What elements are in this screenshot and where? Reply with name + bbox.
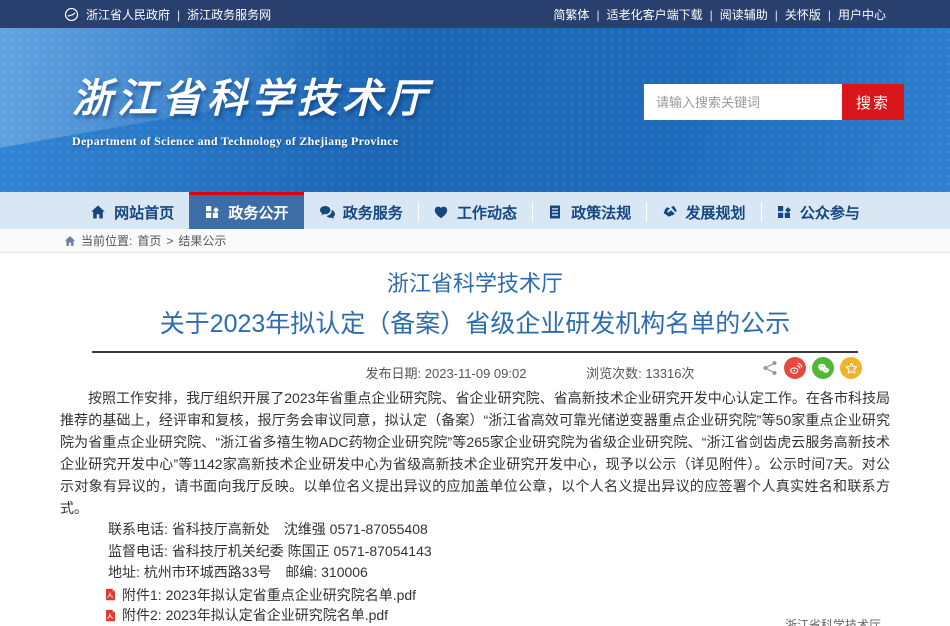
nav-item-label: 政务服务	[343, 202, 403, 223]
article-meta-row: 发布日期: 2023-11-09 09:02 浏览次数: 13316次	[60, 353, 890, 383]
publish-date: 发布日期: 2023-11-09 09:02	[366, 366, 527, 381]
policy-icon	[547, 204, 563, 220]
address-line: 地址: 杭州市环城西路33号 邮编: 310006	[60, 562, 890, 584]
topbar-left-links: 浙江省人民政府 浙江政务服务网	[64, 6, 271, 23]
government-emblem-icon	[64, 7, 79, 22]
pdf-icon	[104, 609, 117, 622]
site-name: 浙江省科学技术厅	[72, 66, 432, 124]
nav-item-label: 工作动态	[457, 202, 517, 223]
contact-phone: 联系电话: 省科技厅高新处 沈维强 0571-87055408	[60, 519, 890, 541]
search-input[interactable]	[644, 84, 842, 120]
breadcrumb-home-link[interactable]: 首页	[137, 232, 161, 249]
footer-agency-name: 浙江省科学技术厅	[785, 616, 881, 626]
link-elderly-client-download[interactable]: 适老化客户端下载	[607, 6, 720, 23]
nav-item-label: 发展规划	[686, 202, 746, 223]
link-zhejiang-service-net[interactable]: 浙江政务服务网	[187, 6, 271, 23]
nav-item-work-news[interactable]: 工作动态	[418, 192, 532, 229]
participation-icon	[776, 204, 792, 220]
view-count-value: 13316次	[645, 366, 694, 381]
main-nav: 网站首页 政务公开 政务服务 工作动态	[0, 192, 950, 229]
link-user-center[interactable]: 用户中心	[838, 6, 886, 23]
link-care-version[interactable]: 关怀版	[785, 6, 838, 23]
breadcrumb-prefix: 当前位置:	[81, 232, 132, 249]
nav-item-home[interactable]: 网站首页	[75, 192, 189, 229]
link-reading-assist[interactable]: 阅读辅助	[720, 6, 785, 23]
article-meta: 发布日期: 2023-11-09 09:02 浏览次数: 13316次	[338, 366, 723, 381]
site-name-english: Department of Science and Technology of …	[72, 134, 432, 149]
nav-item-label: 政务公开	[228, 202, 288, 223]
nav-item-gov-service[interactable]: 政务服务	[304, 192, 418, 229]
list-item: 附件2: 2023年拟认定省企业研究院名单.pdf	[104, 605, 890, 626]
nav-item-label: 公众参与	[800, 202, 860, 223]
banner: 浙江省科学技术厅 Department of Science and Techn…	[0, 28, 950, 192]
plan-icon	[662, 204, 678, 220]
attachment-list: 附件1: 2023年拟认定省重点企业研究院名单.pdf 附件2: 2023年拟认…	[60, 585, 890, 626]
search-box: 搜索	[644, 84, 904, 120]
attachment-link-2[interactable]: 附件2: 2023年拟认定省企业研究院名单.pdf	[122, 605, 388, 625]
work-news-icon	[433, 204, 449, 220]
topbar-right-links: 简繁体 适老化客户端下载 阅读辅助 关怀版 用户中心	[553, 6, 886, 23]
link-zhejiang-gov[interactable]: 浙江省人民政府	[86, 6, 187, 23]
nav-item-gov-open[interactable]: 政务公开	[189, 192, 303, 229]
article: 浙江省科学技术厅 关于2023年拟认定（备案）省级企业研发机构名单的公示 发布日…	[60, 253, 890, 626]
weibo-icon[interactable]	[784, 357, 806, 379]
breadcrumb: 当前位置: 首页 > 结果公示	[0, 229, 950, 253]
qzone-icon[interactable]	[840, 357, 862, 379]
search-button[interactable]: 搜索	[842, 84, 904, 120]
attachment-link-1[interactable]: 附件1: 2023年拟认定省重点企业研究院名单.pdf	[122, 585, 416, 605]
supervision-phone: 监督电话: 省科技厅机关纪委 陈国正 0571-87054143	[60, 541, 890, 563]
nav-item-participation[interactable]: 公众参与	[761, 192, 875, 229]
site-logo: 浙江省科学技术厅 Department of Science and Techn…	[72, 66, 432, 149]
share-group	[762, 357, 862, 379]
home-icon	[90, 204, 106, 220]
contact-lines: 联系电话: 省科技厅高新处 沈维强 0571-87055408 监督电话: 省科…	[60, 519, 890, 584]
link-simplified-traditional[interactable]: 简繁体	[553, 6, 606, 23]
wechat-icon[interactable]	[812, 357, 834, 379]
gov-open-icon	[204, 204, 220, 220]
article-title-line2: 关于2023年拟认定（备案）省级企业研发机构名单的公示	[60, 309, 890, 339]
nav-item-label: 政策法规	[571, 202, 631, 223]
main-nav-inner: 网站首页 政务公开 政务服务 工作动态	[75, 192, 875, 229]
breadcrumb-home-icon	[64, 235, 76, 247]
share-icon[interactable]	[762, 360, 778, 376]
list-item: 附件1: 2023年拟认定省重点企业研究院名单.pdf	[104, 585, 890, 606]
article-title-line1: 浙江省科学技术厅	[60, 271, 890, 297]
breadcrumb-separator: >	[166, 234, 173, 248]
breadcrumb-current: 结果公示	[178, 232, 226, 249]
nav-item-plan[interactable]: 发展规划	[646, 192, 760, 229]
view-count-label: 浏览次数:	[586, 366, 645, 381]
nav-item-policy[interactable]: 政策法规	[532, 192, 646, 229]
pdf-icon	[104, 588, 117, 601]
page: 浙江省人民政府 浙江政务服务网 简繁体 适老化客户端下载 阅读辅助 关怀版 用户…	[0, 0, 950, 626]
gov-service-icon	[319, 204, 335, 220]
article-paragraph: 按照工作安排，我厅组织开展了2023年省重点企业研究院、省企业研究院、省高新技术…	[60, 387, 890, 519]
publish-date-label: 发布日期:	[366, 366, 425, 381]
view-count: 浏览次数: 13316次	[586, 366, 694, 381]
top-utility-bar: 浙江省人民政府 浙江政务服务网 简繁体 适老化客户端下载 阅读辅助 关怀版 用户…	[0, 0, 950, 28]
nav-item-label: 网站首页	[114, 202, 174, 223]
publish-date-value: 2023-11-09 09:02	[425, 366, 527, 381]
